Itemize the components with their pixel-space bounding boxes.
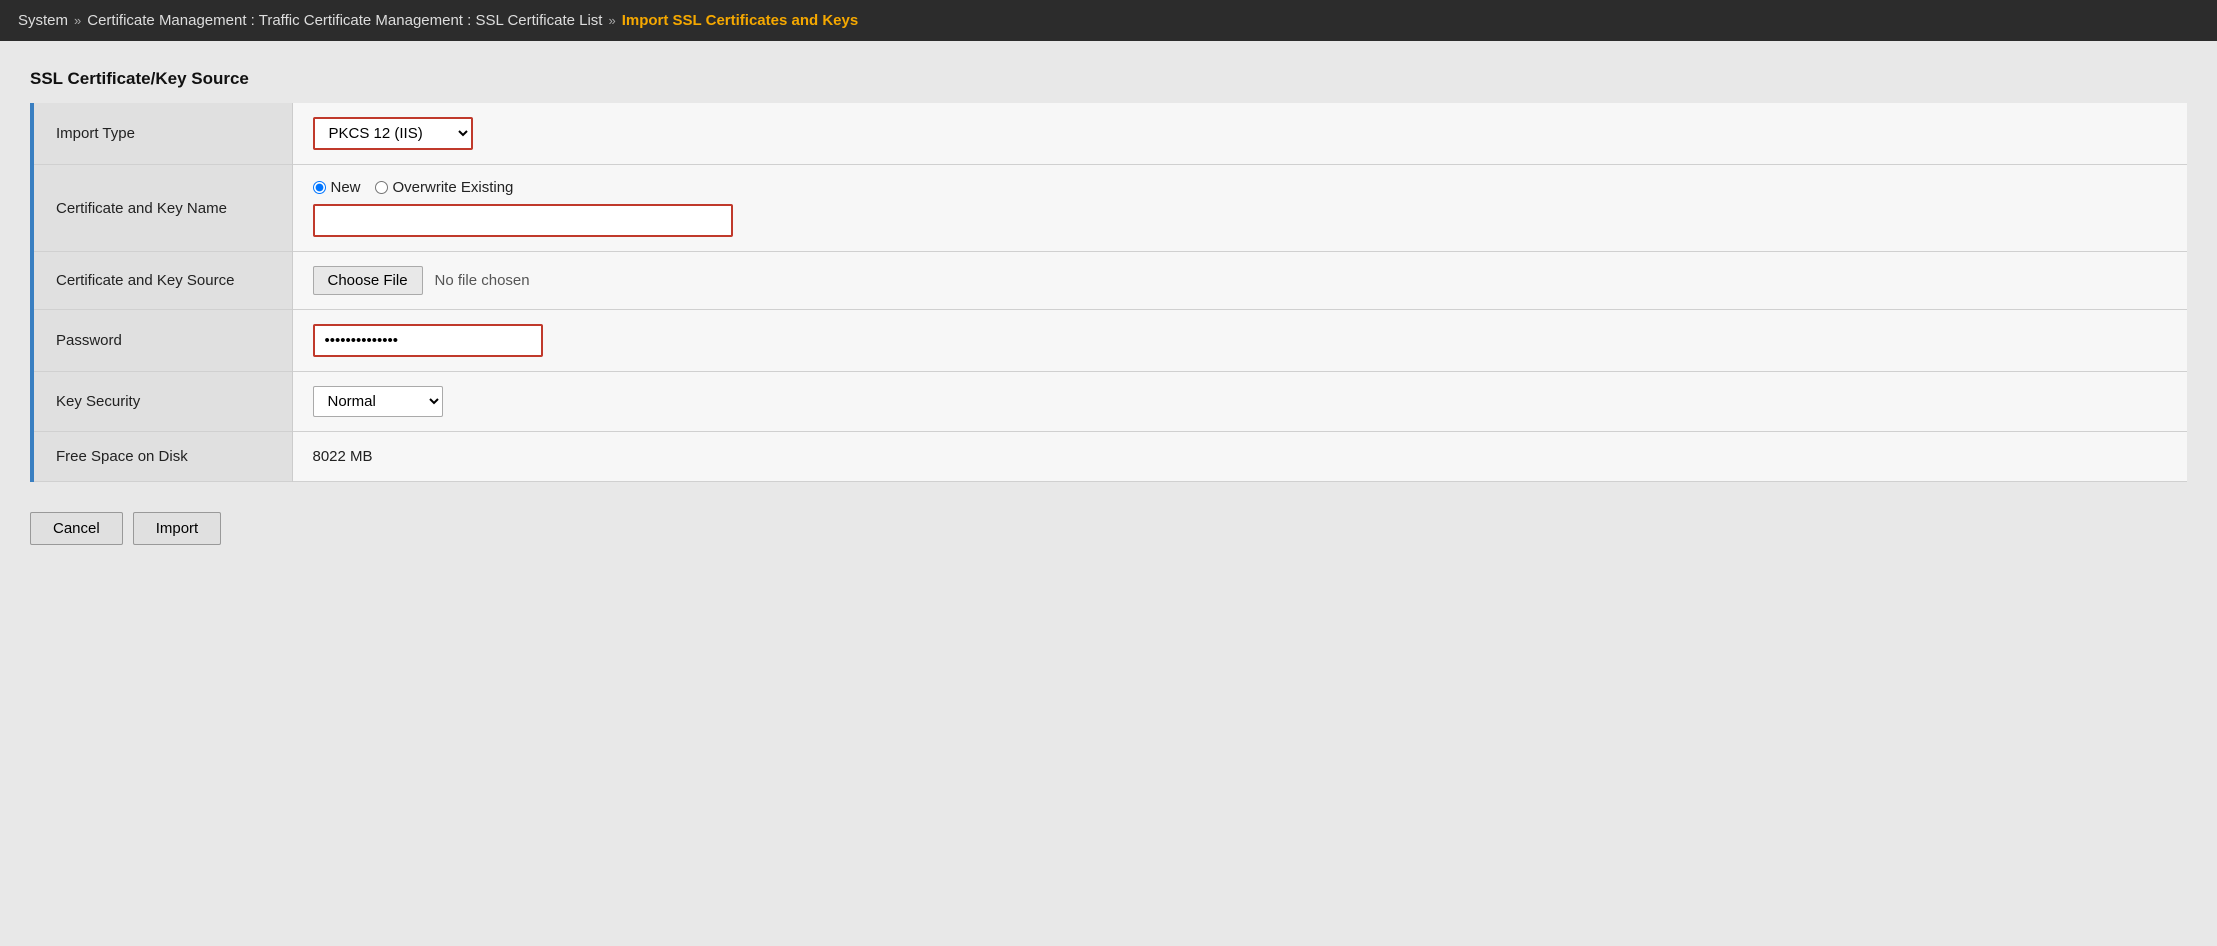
action-bar: Cancel Import	[30, 502, 2187, 545]
breadcrumb-system: System	[18, 12, 68, 29]
radio-group: New Overwrite Existing	[313, 179, 2168, 196]
cert-key-source-value-cell: Choose File No file chosen	[292, 252, 2187, 310]
section-title: SSL Certificate/Key Source	[30, 69, 2187, 89]
cert-key-name-row: Certificate and Key Name New Overwrite E…	[32, 165, 2187, 252]
radio-new-text: New	[331, 179, 361, 196]
import-type-select[interactable]: Regular PKCS 12 (IIS) SCEP	[313, 117, 473, 150]
radio-new-label[interactable]: New	[313, 179, 361, 196]
cancel-button[interactable]: Cancel	[30, 512, 123, 545]
password-label: Password	[32, 310, 292, 372]
password-row: Password	[32, 310, 2187, 372]
free-space-label: Free Space on Disk	[32, 432, 292, 482]
breadcrumb-current: Import SSL Certificates and Keys	[622, 12, 858, 29]
cert-key-source-label: Certificate and Key Source	[32, 252, 292, 310]
main-content: SSL Certificate/Key Source Import Type R…	[0, 41, 2217, 575]
file-input-area: Choose File No file chosen	[313, 266, 2168, 295]
key-security-label: Key Security	[32, 372, 292, 432]
key-security-row: Key Security Normal High	[32, 372, 2187, 432]
key-security-value-cell: Normal High	[292, 372, 2187, 432]
no-file-text: No file chosen	[435, 272, 530, 289]
breadcrumb-sep2: »	[608, 13, 615, 28]
import-type-label: Import Type	[32, 103, 292, 165]
cert-key-name-value-cell: New Overwrite Existing Contoso_SAML_Cert	[292, 165, 2187, 252]
cert-key-source-row: Certificate and Key Source Choose File N…	[32, 252, 2187, 310]
form-table: Import Type Regular PKCS 12 (IIS) SCEP C…	[30, 103, 2187, 482]
radio-new[interactable]	[313, 181, 326, 194]
password-input[interactable]	[313, 324, 543, 357]
radio-overwrite-text: Overwrite Existing	[393, 179, 514, 196]
import-type-row: Import Type Regular PKCS 12 (IIS) SCEP	[32, 103, 2187, 165]
key-security-select[interactable]: Normal High	[313, 386, 443, 417]
breadcrumb: System » Certificate Management : Traffi…	[0, 0, 2217, 41]
choose-file-button[interactable]: Choose File	[313, 266, 423, 295]
free-space-value-cell: 8022 MB	[292, 432, 2187, 482]
password-value-cell	[292, 310, 2187, 372]
radio-overwrite-label[interactable]: Overwrite Existing	[375, 179, 514, 196]
breadcrumb-cert-mgmt: Certificate Management : Traffic Certifi…	[87, 12, 602, 29]
cert-key-name-label: Certificate and Key Name	[32, 165, 292, 252]
free-space-value: 8022 MB	[313, 448, 373, 465]
free-space-row: Free Space on Disk 8022 MB	[32, 432, 2187, 482]
radio-overwrite[interactable]	[375, 181, 388, 194]
import-type-value-cell: Regular PKCS 12 (IIS) SCEP	[292, 103, 2187, 165]
breadcrumb-sep1: »	[74, 13, 81, 28]
import-button[interactable]: Import	[133, 512, 222, 545]
cert-name-input[interactable]: Contoso_SAML_Cert	[313, 204, 733, 237]
